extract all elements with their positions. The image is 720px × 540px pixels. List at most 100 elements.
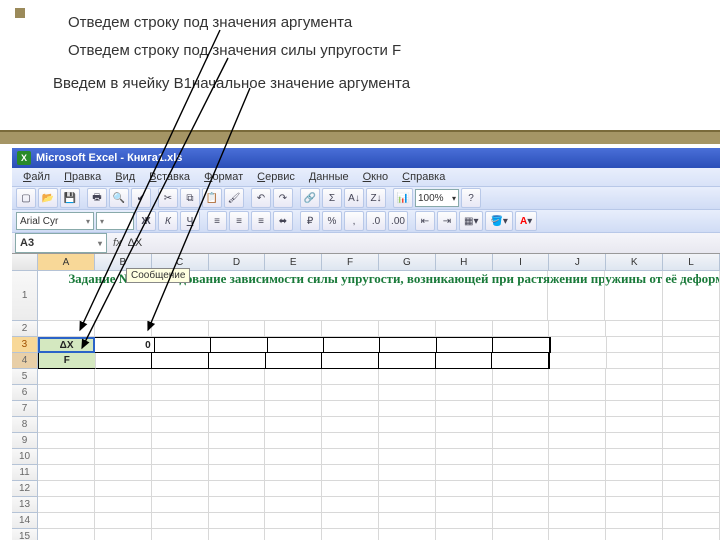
col-K[interactable]: K — [606, 254, 663, 271]
cell[interactable] — [379, 401, 436, 417]
cell-I4[interactable] — [492, 353, 550, 369]
font-color-button[interactable]: A▾ — [515, 211, 537, 231]
col-H[interactable]: H — [436, 254, 493, 271]
rowhdr-1[interactable]: 1 — [12, 271, 38, 321]
cell-A3[interactable]: ΔX — [38, 337, 95, 353]
col-D[interactable]: D — [209, 254, 266, 271]
cell-G3[interactable] — [380, 337, 436, 353]
cell[interactable] — [95, 385, 152, 401]
rowhdr-3[interactable]: 3 — [12, 337, 38, 353]
cell[interactable] — [152, 401, 209, 417]
cell[interactable] — [322, 497, 379, 513]
cell[interactable] — [38, 449, 95, 465]
rowhdr-9[interactable]: 9 — [12, 433, 38, 449]
cell[interactable] — [209, 465, 266, 481]
format-painter-button[interactable]: 🖌 — [224, 188, 244, 208]
cell[interactable] — [322, 513, 379, 529]
preview-button[interactable]: 🔍 — [109, 188, 129, 208]
cell[interactable] — [549, 449, 606, 465]
col-A[interactable]: A — [38, 254, 95, 271]
select-all-corner[interactable] — [12, 254, 38, 271]
rowhdr-13[interactable]: 13 — [12, 497, 38, 513]
cell[interactable] — [605, 271, 662, 321]
cell[interactable] — [493, 369, 550, 385]
cell[interactable] — [436, 385, 493, 401]
sum-button[interactable]: Σ — [322, 188, 342, 208]
cell[interactable] — [95, 529, 152, 540]
redo-button[interactable]: ↷ — [273, 188, 293, 208]
cell-B3[interactable]: 0 — [95, 337, 154, 353]
percent-button[interactable]: % — [322, 211, 342, 231]
cell[interactable] — [209, 433, 266, 449]
cell[interactable] — [663, 417, 720, 433]
cell[interactable] — [38, 433, 95, 449]
spreadsheet-grid[interactable]: A B C D E F G H I J K L 1 Задание №1. Ис… — [12, 254, 720, 540]
cell[interactable] — [548, 271, 605, 321]
cell[interactable] — [436, 449, 493, 465]
cell[interactable] — [379, 433, 436, 449]
cell[interactable] — [436, 513, 493, 529]
rowhdr-12[interactable]: 12 — [12, 481, 38, 497]
rowhdr-7[interactable]: 7 — [12, 401, 38, 417]
cell-D3[interactable] — [211, 337, 267, 353]
menu-data[interactable]: Данные — [303, 170, 355, 184]
cell[interactable] — [322, 433, 379, 449]
cell[interactable] — [209, 481, 266, 497]
cell[interactable] — [549, 529, 606, 540]
cell[interactable] — [663, 271, 720, 321]
cell[interactable] — [606, 465, 663, 481]
cell[interactable] — [209, 529, 266, 540]
cell[interactable] — [95, 401, 152, 417]
borders-button[interactable]: ▦▾ — [459, 211, 483, 231]
cell[interactable] — [265, 417, 322, 433]
menu-format[interactable]: Формат — [198, 170, 249, 184]
cell-C3[interactable] — [155, 337, 211, 353]
cell[interactable] — [152, 385, 209, 401]
cell[interactable] — [663, 513, 720, 529]
cell[interactable] — [152, 449, 209, 465]
cell-F4[interactable] — [322, 353, 379, 369]
col-E[interactable]: E — [265, 254, 322, 271]
cell[interactable] — [38, 481, 95, 497]
cell[interactable] — [606, 433, 663, 449]
cell[interactable] — [152, 369, 209, 385]
cell[interactable] — [152, 465, 209, 481]
cell[interactable] — [322, 417, 379, 433]
cell-H3[interactable] — [437, 337, 493, 353]
cell[interactable] — [95, 417, 152, 433]
cell[interactable] — [663, 529, 720, 540]
cell[interactable] — [322, 449, 379, 465]
paste-button[interactable]: 📋 — [202, 188, 222, 208]
cell[interactable] — [379, 465, 436, 481]
formula-value[interactable]: ΔX — [128, 237, 143, 249]
align-left-button[interactable]: ≡ — [207, 211, 227, 231]
cell-A4[interactable]: F — [38, 353, 96, 369]
cell[interactable] — [663, 465, 720, 481]
cell[interactable] — [95, 497, 152, 513]
cell-G4[interactable] — [379, 353, 436, 369]
bold-button[interactable]: Ж — [136, 211, 156, 231]
sort-asc-button[interactable]: A↓ — [344, 188, 364, 208]
cell[interactable] — [436, 433, 493, 449]
comma-button[interactable]: , — [344, 211, 364, 231]
cell-A1-merged[interactable]: Задание №1. Исследование зависимости сил… — [38, 271, 547, 321]
cell[interactable] — [322, 369, 379, 385]
link-button[interactable]: 🔗 — [300, 188, 320, 208]
cell[interactable] — [493, 513, 550, 529]
cell[interactable] — [663, 497, 720, 513]
cell[interactable] — [322, 481, 379, 497]
rowhdr-10[interactable]: 10 — [12, 449, 38, 465]
cell[interactable] — [493, 481, 550, 497]
col-F[interactable]: F — [322, 254, 379, 271]
cell[interactable] — [379, 449, 436, 465]
cell[interactable] — [379, 529, 436, 540]
cell[interactable] — [38, 529, 95, 540]
cell[interactable] — [152, 529, 209, 540]
cell[interactable] — [379, 481, 436, 497]
cell[interactable] — [38, 417, 95, 433]
col-L[interactable]: L — [663, 254, 720, 271]
cell[interactable] — [436, 481, 493, 497]
cell[interactable] — [493, 433, 550, 449]
cell-H4[interactable] — [436, 353, 493, 369]
cell[interactable] — [493, 417, 550, 433]
